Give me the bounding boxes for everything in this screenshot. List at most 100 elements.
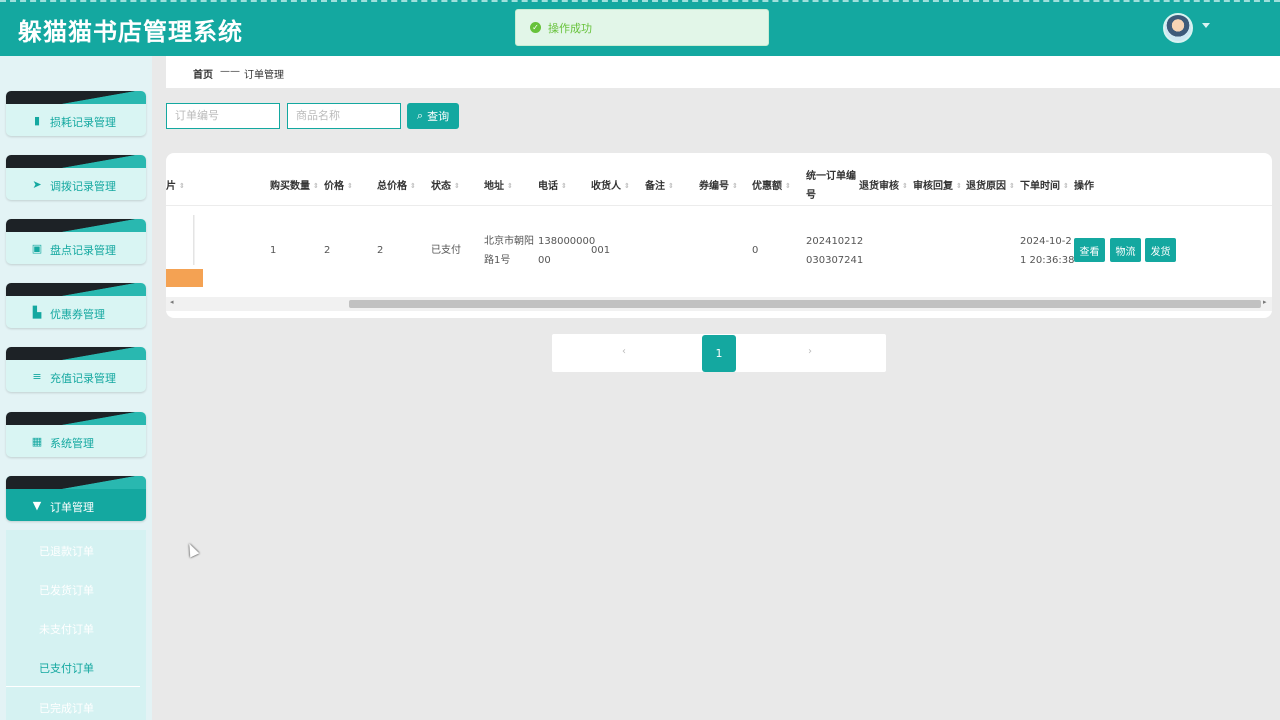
sort-icon[interactable]: ⇕ [561, 182, 567, 190]
query-button[interactable]: ⌕ 查询 [407, 103, 459, 129]
query-button-label: 查询 [427, 110, 450, 123]
col-actions: 操作 [1074, 181, 1094, 192]
cell-price: 2 [324, 245, 331, 256]
cell-order-time: 2024-10-2 1 20:36:38 [1020, 232, 1074, 270]
col-discount[interactable]: 优惠额 ⇕ [752, 177, 791, 192]
cell-address: 北京市朝阳路1号 [484, 232, 534, 270]
col-address[interactable]: 地址 ⇕ [484, 177, 513, 192]
col-receiver[interactable]: 收货人 ⇕ [591, 177, 630, 192]
col-label: 电话 [538, 181, 558, 192]
sort-icon[interactable]: ⇕ [956, 182, 962, 190]
submenu-shipped-orders[interactable]: 已发货订单 [39, 582, 94, 598]
sort-icon[interactable]: ⇕ [507, 182, 513, 190]
breadcrumb: 首页 —— 订单管理 [166, 56, 1280, 88]
success-toast: ✓ 操作成功 [515, 9, 769, 46]
col-unified-order-no[interactable]: 统一订单编号 [806, 167, 856, 205]
menu-band [6, 412, 146, 425]
sort-icon[interactable]: ⇕ [1063, 182, 1069, 190]
col-quantity[interactable]: 购买数量 ⇕ [270, 177, 319, 192]
order-submenu: 已退款订单 已发货订单 未支付订单 已支付订单 已完成订单 [6, 530, 146, 720]
col-label: 收货人 [591, 181, 621, 192]
col-order-time[interactable]: 下单时间 ⇕ [1020, 177, 1069, 192]
view-button[interactable]: 查看 [1074, 238, 1105, 262]
cell-quantity: 1 [270, 245, 277, 256]
submenu-unpaid-orders[interactable]: 未支付订单 [39, 621, 94, 637]
cell-phone-line: 00 [538, 255, 551, 266]
col-image[interactable]: 片 ⇕ [166, 177, 185, 192]
order-no-input[interactable]: 订单编号 [166, 103, 280, 129]
orders-table: 片 ⇕ 购买数量 ⇕ 价格 ⇕ 总价格 ⇕ 状态 ⇕ 地址 ⇕ 电话 ⇕ 收货人 ⇕ 备注 ⇕ 券… [166, 153, 1272, 318]
col-coupon-no[interactable]: 券编号 ⇕ [699, 177, 738, 192]
col-review-reply[interactable]: 审核回复 ⇕ [913, 177, 962, 192]
sidebar-item-coupons[interactable]: ▙ 优惠券管理 [6, 283, 146, 328]
sidebar-item-label: 盘点记录管理 [50, 244, 116, 257]
mouse-cursor-icon [184, 541, 200, 558]
col-remark[interactable]: 备注 ⇕ [645, 177, 674, 192]
breadcrumb-current: 订单管理 [244, 70, 284, 81]
sidebar-item-label: 订单管理 [50, 501, 94, 514]
submenu-refunded-orders[interactable]: 已退款订单 [39, 543, 94, 559]
horizontal-scrollbar[interactable]: ◂ ▸ [166, 297, 1272, 311]
grid-icon: ▦ [31, 435, 43, 448]
sidebar-item-loss-records[interactable]: ▮ 损耗记录管理 [6, 91, 146, 136]
ship-button[interactable]: 发货 [1145, 238, 1176, 262]
sort-icon[interactable]: ⇕ [624, 182, 630, 190]
cell-status: 已支付 [431, 245, 461, 256]
col-total[interactable]: 总价格 ⇕ [377, 177, 416, 192]
scrollbar-thumb[interactable] [349, 300, 1261, 308]
scroll-left-icon[interactable]: ◂ [170, 298, 174, 306]
sort-icon[interactable]: ⇕ [732, 182, 738, 190]
cell-order-no-line: 202410212 [806, 236, 864, 247]
col-label: 统一订单编 [806, 171, 856, 182]
col-phone[interactable]: 电话 ⇕ [538, 177, 567, 192]
logistics-button[interactable]: 物流 [1110, 238, 1141, 262]
search-icon: ⌕ [416, 109, 424, 122]
sidebar-item-orders[interactable]: ▼ 订单管理 [6, 476, 146, 521]
sort-icon[interactable]: ⇕ [785, 182, 791, 190]
menu-band [6, 476, 146, 489]
col-refund-reason[interactable]: 退货原因 ⇕ [966, 177, 1015, 192]
sidebar-item-transfer-records[interactable]: ➤ 调拨记录管理 [6, 155, 146, 200]
scroll-right-icon[interactable]: ▸ [1263, 298, 1267, 306]
prev-page-button[interactable]: ‹ [622, 346, 626, 357]
submenu-paid-orders[interactable]: 已支付订单 [39, 660, 94, 676]
sort-icon[interactable]: ⇕ [347, 182, 353, 190]
breadcrumb-home[interactable]: 首页 [193, 66, 213, 81]
cell-address-line: 路1号 [484, 255, 511, 266]
cell-time-line: 2024-10-2 [1020, 236, 1072, 247]
col-label: 总价格 [377, 181, 407, 192]
cell-time-line: 1 20:36:38 [1020, 255, 1075, 266]
page-1-button[interactable]: 1 [702, 335, 736, 372]
caret-down-icon[interactable] [1202, 23, 1210, 28]
col-refund-review[interactable]: 退货审核 ⇕ [859, 177, 908, 192]
cell-address-line: 北京市朝阳 [484, 236, 534, 247]
product-thumbnail[interactable] [169, 215, 197, 265]
sidebar-item-label: 系统管理 [50, 437, 94, 450]
thumbnail-tag [166, 269, 203, 287]
next-page-button[interactable]: › [808, 346, 812, 357]
sort-icon[interactable]: ⇕ [179, 182, 185, 190]
sidebar-item-recharge-records[interactable]: ≡ 充值记录管理 [6, 347, 146, 392]
sidebar-item-label: 损耗记录管理 [50, 116, 116, 129]
submenu-completed-orders[interactable]: 已完成订单 [39, 700, 94, 716]
cell-order-no-line: 030307241 [806, 255, 864, 266]
menu-band [6, 347, 146, 360]
send-icon: ➤ [32, 178, 42, 191]
sort-icon[interactable]: ⇕ [313, 182, 319, 190]
sidebar-item-system[interactable]: ▦ 系统管理 [6, 412, 146, 457]
sort-icon[interactable]: ⇕ [454, 182, 460, 190]
col-label: 审核回复 [913, 181, 953, 192]
col-price[interactable]: 价格 ⇕ [324, 177, 353, 192]
sort-icon[interactable]: ⇕ [668, 182, 674, 190]
product-name-input[interactable]: 商品名称 [287, 103, 401, 129]
menu-band [6, 283, 146, 296]
col-label: 购买数量 [270, 181, 310, 192]
col-status[interactable]: 状态 ⇕ [431, 177, 460, 192]
user-avatar-icon[interactable] [1163, 13, 1193, 43]
sort-icon[interactable]: ⇕ [1009, 182, 1015, 190]
sort-icon[interactable]: ⇕ [902, 182, 908, 190]
sidebar-item-label: 充值记录管理 [50, 372, 116, 385]
sidebar-item-inventory-records[interactable]: ▣ 盘点记录管理 [6, 219, 146, 264]
sort-icon[interactable]: ⇕ [410, 182, 416, 190]
col-label: 退货审核 [859, 181, 899, 192]
